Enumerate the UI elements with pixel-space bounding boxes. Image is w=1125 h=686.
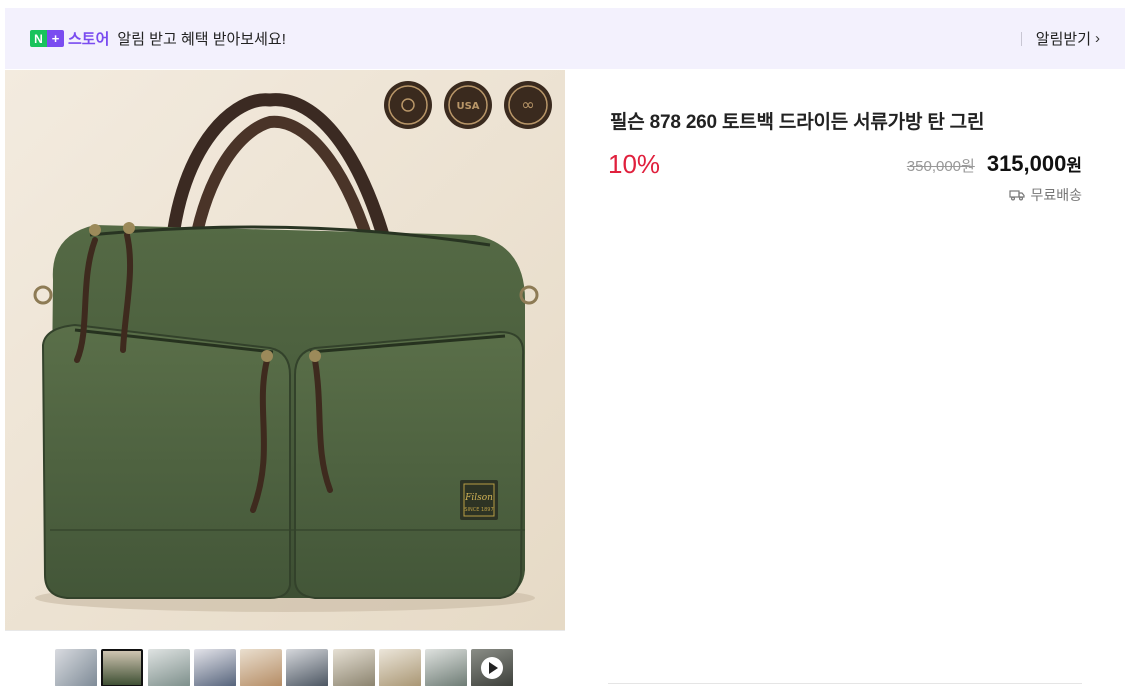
play-icon <box>481 657 503 679</box>
divider <box>1020 31 1022 46</box>
sale-price: 315,000 <box>986 151 1067 176</box>
price-row: 350,000원 315,000 원 <box>907 151 1082 177</box>
notify-label: 알림받기 <box>1035 31 1091 48</box>
bag-illustration: Filson SINCE 1897 USA ∞ <box>5 70 565 630</box>
thumbnail-1[interactable] <box>55 649 97 686</box>
section-divider <box>608 683 1082 684</box>
svg-text:∞: ∞ <box>521 95 534 114</box>
svg-text:SINCE 1897: SINCE 1897 <box>464 507 493 513</box>
thumbnail-8[interactable] <box>379 649 421 686</box>
thumbnail-5[interactable] <box>240 649 282 686</box>
plus-store-badge-icon: N + <box>30 30 64 47</box>
thumbnail-video[interactable] <box>471 649 513 686</box>
chevron-right-icon: › <box>1095 30 1100 47</box>
lifetime-guarantee-badge: ∞ <box>504 81 552 129</box>
store-notification-banner: N + 스토어 알림 받고 혜택 받아보세요! 알림받기 › <box>5 8 1125 69</box>
notify-subscribe-button[interactable]: 알림받기 › <box>1036 28 1100 49</box>
shipping-info: 무료배송 <box>1009 185 1082 205</box>
store-logo-text: 스토어 <box>68 31 110 48</box>
thumbnail-6[interactable] <box>286 649 328 686</box>
discount-rate: 10% <box>608 149 661 179</box>
svg-text:Filson: Filson <box>464 493 493 503</box>
banner-message: 알림 받고 혜택 받아보세요! <box>117 31 286 48</box>
thumbnail-7[interactable] <box>333 649 375 686</box>
thumbnail-9[interactable] <box>425 649 467 686</box>
seal-icon <box>384 81 432 129</box>
product-title: 필슨 878 260 토트백 드라이든 서류가방 탄 그린 <box>610 112 985 133</box>
original-price: 350,000원 <box>906 158 975 175</box>
thumbnail-2[interactable] <box>101 649 143 686</box>
thumbnail-3[interactable] <box>148 649 190 686</box>
thumbnail-4[interactable] <box>194 649 236 686</box>
currency-unit: 원 <box>1066 156 1082 175</box>
thumbnail-strip <box>5 630 565 686</box>
naver-plus-store-logo[interactable]: N + 스토어 <box>30 28 109 49</box>
truck-icon <box>1009 190 1026 201</box>
product-main-image[interactable]: Filson SINCE 1897 USA ∞ <box>5 70 565 630</box>
svg-text:USA: USA <box>456 101 479 112</box>
shipping-label: 무료배송 <box>1030 187 1082 203</box>
made-in-usa-badge: USA <box>444 81 492 129</box>
